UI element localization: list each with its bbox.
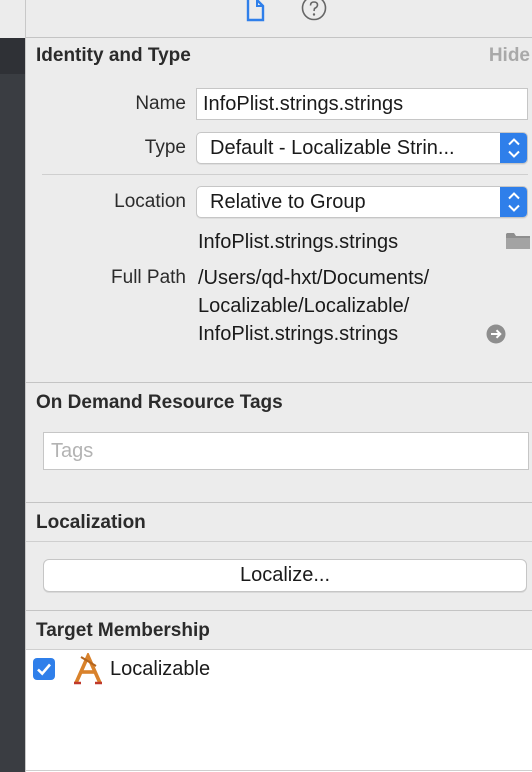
bottom-separator xyxy=(26,770,532,771)
chevron-updown-icon xyxy=(500,133,527,163)
folder-icon[interactable] xyxy=(506,232,530,250)
localize-button[interactable]: Localize... xyxy=(43,559,527,592)
section-separator xyxy=(26,610,532,611)
hide-link[interactable]: Hide xyxy=(489,45,530,67)
section-separator xyxy=(26,382,532,383)
full-path-line-3: InfoPlist.strings.strings xyxy=(198,323,399,345)
editor-left-strip xyxy=(0,0,25,772)
target-label: Localizable xyxy=(110,658,211,680)
on-demand-section-title: On Demand Resource Tags xyxy=(36,392,283,413)
checkmark-icon xyxy=(37,663,51,676)
target-checkbox[interactable] xyxy=(33,658,55,680)
help-icon[interactable] xyxy=(300,0,328,22)
tags-input[interactable]: Tags xyxy=(43,432,529,470)
file-inspector-panel: Identity and Type Hide Name InfoPlist.st… xyxy=(26,0,532,772)
type-popup-value: Default - Localizable Strin... xyxy=(210,137,455,159)
location-label: Location xyxy=(114,191,186,212)
tab-bar-separator xyxy=(26,37,532,38)
localization-header-separator xyxy=(26,541,532,542)
type-popup[interactable]: Default - Localizable Strin... xyxy=(196,132,528,164)
localization-section-title: Localization xyxy=(36,512,146,533)
full-path-label: Full Path xyxy=(111,267,186,288)
section-separator xyxy=(26,502,532,503)
identity-inner-separator xyxy=(42,174,528,175)
location-popup[interactable]: Relative to Group xyxy=(196,186,528,218)
identity-section-title: Identity and Type xyxy=(36,45,191,66)
location-file-name: InfoPlist.strings.strings xyxy=(198,231,399,253)
type-label: Type xyxy=(144,137,186,158)
app-target-icon xyxy=(71,651,105,685)
full-path-line-1: /Users/qd-hxt/Documents/ xyxy=(198,267,430,289)
location-popup-value: Relative to Group xyxy=(210,191,366,213)
chevron-updown-icon xyxy=(500,187,527,217)
target-membership-section-title: Target Membership xyxy=(36,620,210,641)
file-icon[interactable] xyxy=(244,0,266,24)
name-field[interactable]: InfoPlist.strings.strings xyxy=(196,88,528,120)
arrow-right-circle-icon[interactable] xyxy=(486,324,506,344)
target-list: Localizable xyxy=(26,650,532,772)
name-label: Name xyxy=(135,93,186,114)
editor-dark-area xyxy=(0,38,25,772)
editor-dark-top xyxy=(0,38,25,74)
full-path-line-2: Localizable/Localizable/ xyxy=(198,295,410,317)
inspector-tab-bar xyxy=(26,0,532,36)
